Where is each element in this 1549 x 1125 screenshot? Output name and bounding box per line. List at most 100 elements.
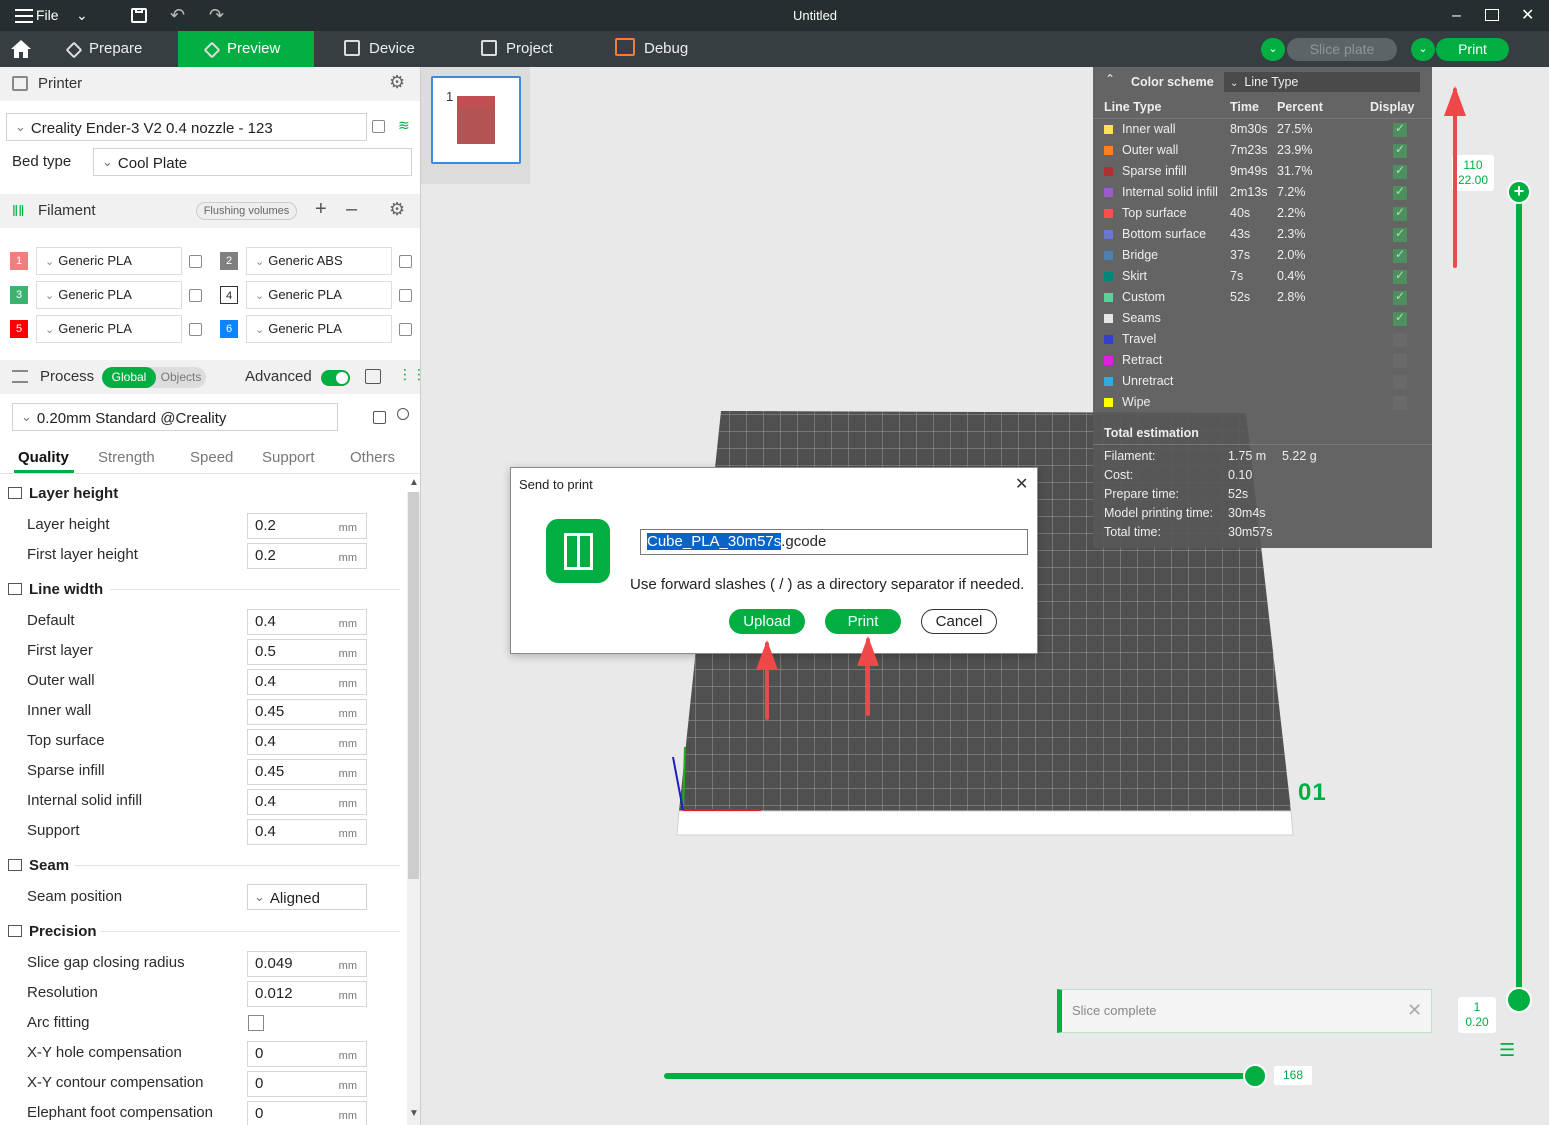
legend-display-checkbox[interactable] <box>1393 247 1407 263</box>
print-dropdown[interactable]: ⌄ <box>1411 38 1435 61</box>
color-scheme-select[interactable]: ⌄ Line Type <box>1224 72 1420 92</box>
bed-type-select[interactable]: Cool Plate <box>93 148 412 176</box>
filament-1-color[interactable]: 1 <box>10 252 28 270</box>
dialog-close-icon[interactable]: ✕ <box>1015 474 1028 494</box>
legend-display-checkbox[interactable] <box>1393 142 1407 158</box>
tab-preview[interactable]: Preview <box>178 31 314 67</box>
tab-device[interactable]: Device <box>344 31 444 67</box>
legend-display-checkbox[interactable] <box>1393 184 1407 200</box>
layer-slider-bottom-thumb[interactable] <box>1506 987 1532 1013</box>
compare-icon[interactable]: ⋮⋮ <box>398 366 420 383</box>
edit-filament-2-icon[interactable] <box>399 255 412 268</box>
xy-contour-compensation-input[interactable]: 0 mm <box>247 1071 367 1097</box>
legend-display-checkbox[interactable] <box>1393 163 1407 179</box>
gear-icon[interactable]: ⚙ <box>389 72 405 93</box>
edit-filament-6-icon[interactable] <box>399 323 412 336</box>
process-preset-select[interactable]: 0.20mm Standard @Creality <box>12 403 338 431</box>
layer-slider-track[interactable] <box>1516 193 1522 999</box>
edit-printer-icon[interactable] <box>372 120 385 133</box>
edit-filament-3-icon[interactable] <box>189 289 202 302</box>
remove-filament-icon[interactable]: – <box>346 198 357 221</box>
legend-display-checkbox[interactable] <box>1393 310 1407 326</box>
collapse-legend-icon[interactable]: ⌃ <box>1105 72 1115 86</box>
line-width-internal-solid-infill-input[interactable]: 0.4 mm <box>247 789 367 815</box>
scroll-up-icon[interactable]: ▲ <box>409 477 419 488</box>
xy-hole-compensation-input[interactable]: 0 mm <box>247 1041 367 1067</box>
legend-display-checkbox[interactable] <box>1393 268 1407 284</box>
plate-thumbnail[interactable]: 1 <box>431 76 521 164</box>
edit-filament-1-icon[interactable] <box>189 255 202 268</box>
global-objects-toggle[interactable]: Global Objects <box>102 367 206 388</box>
seam-position-select[interactable]: Aligned <box>247 884 367 910</box>
slice-gap-closing-radius-input[interactable]: 0.049 mm <box>247 951 367 977</box>
settings-scrollbar[interactable] <box>407 492 420 1125</box>
printer-select[interactable]: Creality Ender-3 V2 0.4 nozzle - 123 <box>6 113 367 141</box>
slice-plate-dropdown[interactable]: ⌄ <box>1261 38 1285 61</box>
legend-display-checkbox[interactable] <box>1393 289 1407 305</box>
legend-display-checkbox[interactable] <box>1393 375 1407 389</box>
line-width-inner-wall-input[interactable]: 0.45 mm <box>247 699 367 725</box>
objects-toggle[interactable]: Objects <box>157 367 205 388</box>
line-width-outer-wall-input[interactable]: 0.4 mm <box>247 669 367 695</box>
filament-5-select[interactable]: Generic PLA <box>36 315 182 343</box>
advanced-switch[interactable] <box>321 370 350 386</box>
edit-filament-5-icon[interactable] <box>189 323 202 336</box>
home-icon[interactable] <box>9 31 35 67</box>
move-slider-track[interactable] <box>664 1073 1256 1079</box>
tab-prepare[interactable]: Prepare <box>65 31 178 67</box>
arc-fitting-checkbox[interactable] <box>248 1015 264 1031</box>
layer-height-input[interactable]: 0.2 mm <box>247 513 367 539</box>
edit-filament-4-icon[interactable] <box>399 289 412 302</box>
global-toggle[interactable]: Global <box>102 367 156 388</box>
tab-others[interactable]: Others <box>350 449 395 466</box>
add-filament-icon[interactable]: + <box>315 198 327 221</box>
resolution-input[interactable]: 0.012 mm <box>247 981 367 1007</box>
tab-support[interactable]: Support <box>262 449 315 466</box>
close-icon[interactable]: ✕ <box>1521 0 1534 31</box>
filament-2-color[interactable]: 2 <box>220 252 238 270</box>
tab-project[interactable]: Project <box>481 31 581 67</box>
layer-slider-top-thumb[interactable]: + <box>1507 180 1531 204</box>
dialog-print-button[interactable]: Print <box>825 609 901 634</box>
legend-display-checkbox[interactable] <box>1393 205 1407 221</box>
line-width-top-surface-input[interactable]: 0.4 mm <box>247 729 367 755</box>
filename-input[interactable]: Cube_PLA_30m57s.gcode <box>640 529 1028 555</box>
list-icon[interactable] <box>365 369 381 384</box>
maximize-icon[interactable] <box>1485 9 1499 21</box>
line-width-default-input[interactable]: 0.4 mm <box>247 609 367 635</box>
filament-6-color[interactable]: 6 <box>220 320 238 338</box>
filament-2-select[interactable]: Generic ABS <box>246 247 392 275</box>
first-layer-height-input[interactable]: 0.2 mm <box>247 543 367 569</box>
cancel-button[interactable]: Cancel <box>921 609 997 634</box>
line-width-support-input[interactable]: 0.4 mm <box>247 819 367 845</box>
scroll-down-icon[interactable]: ▼ <box>409 1108 419 1119</box>
save-preset-icon[interactable] <box>373 411 386 424</box>
legend-display-checkbox[interactable] <box>1393 333 1407 347</box>
legend-display-checkbox[interactable] <box>1393 396 1407 410</box>
filament-1-select[interactable]: Generic PLA <box>36 247 182 275</box>
elephant-foot-compensation-input[interactable]: 0 mm <box>247 1101 367 1125</box>
search-icon[interactable] <box>397 408 409 420</box>
filament-3-color[interactable]: 3 <box>10 286 28 304</box>
legend-display-checkbox[interactable] <box>1393 354 1407 368</box>
tab-speed[interactable]: Speed <box>190 449 233 466</box>
tab-strength[interactable]: Strength <box>98 449 155 466</box>
filament-settings-gear-icon[interactable]: ⚙ <box>389 199 405 220</box>
filament-3-select[interactable]: Generic PLA <box>36 281 182 309</box>
filament-4-select[interactable]: Generic PLA <box>246 281 392 309</box>
print-button[interactable]: Print <box>1436 38 1509 61</box>
tab-debug[interactable]: Debug <box>615 31 715 67</box>
legend-display-checkbox[interactable] <box>1393 226 1407 242</box>
legend-display-checkbox[interactable] <box>1393 121 1407 137</box>
line-width-sparse-infill-input[interactable]: 0.45 mm <box>247 759 367 785</box>
notification-close-icon[interactable]: ✕ <box>1407 1000 1422 1021</box>
flushing-volumes-button[interactable]: Flushing volumes <box>196 202 297 220</box>
filament-6-select[interactable]: Generic PLA <box>246 315 392 343</box>
move-slider-thumb[interactable] <box>1243 1064 1267 1088</box>
slice-plate-button[interactable]: Slice plate <box>1287 38 1397 61</box>
upload-button[interactable]: Upload <box>729 609 805 634</box>
layers-stack-icon[interactable]: ☰ <box>1499 1040 1515 1061</box>
filament-5-color[interactable]: 5 <box>10 320 28 338</box>
tab-quality[interactable]: Quality <box>18 449 69 466</box>
scrollbar-thumb[interactable] <box>408 492 419 879</box>
